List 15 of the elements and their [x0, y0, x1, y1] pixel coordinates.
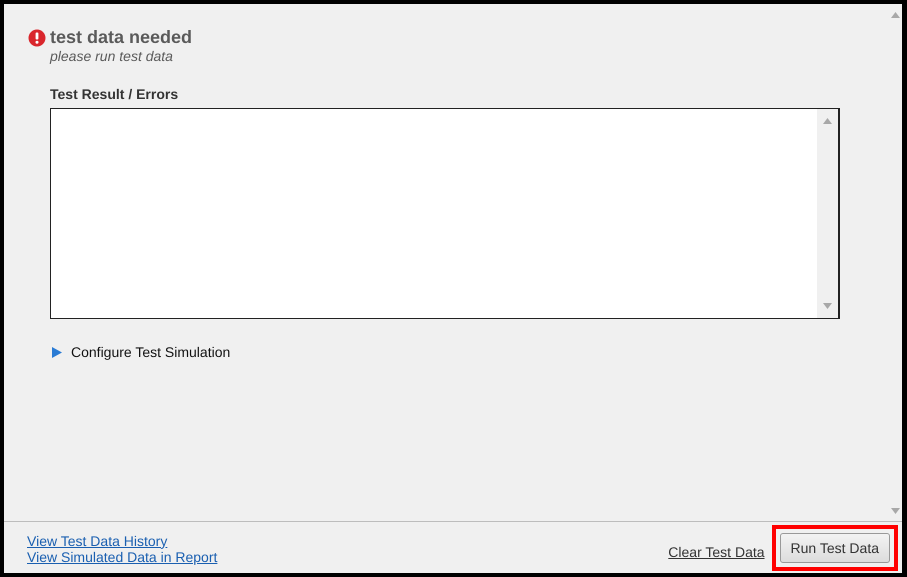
scroll-up-icon[interactable]: [890, 12, 900, 18]
footer-link[interactable]: View Test Data History: [27, 532, 168, 548]
results-text-area[interactable]: [50, 108, 840, 319]
status-title: test data needed: [50, 26, 192, 48]
status-message: please run test data: [50, 48, 174, 65]
scroll-up-icon[interactable]: [823, 118, 832, 124]
run-test-data-button[interactable]: Run Test Data: [780, 532, 890, 562]
expand-triangle-icon: [52, 346, 62, 358]
clear-test-data-link[interactable]: Clear Test Data: [668, 536, 765, 560]
scroll-down-icon[interactable]: [823, 303, 832, 309]
footer-link[interactable]: View Simulated Data in Report: [27, 548, 218, 564]
error-icon: [28, 29, 46, 47]
configure-toggle[interactable]: Configure Test Simulation: [52, 344, 230, 360]
results-label: Test Result / Errors: [50, 86, 180, 102]
scroll-down-icon[interactable]: [890, 508, 900, 514]
